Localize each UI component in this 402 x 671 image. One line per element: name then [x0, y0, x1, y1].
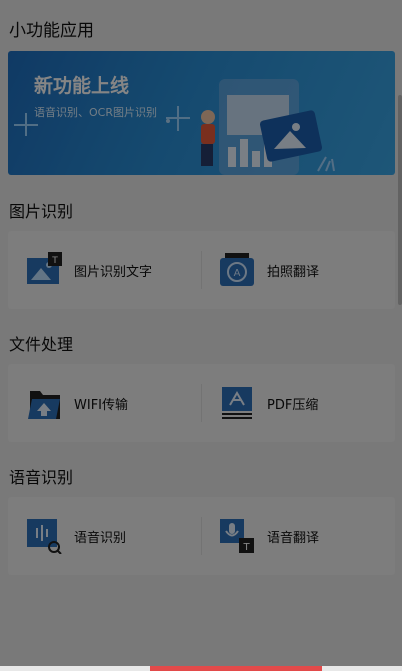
bottom-indicator	[150, 666, 322, 671]
dim-overlay[interactable]	[0, 0, 402, 671]
